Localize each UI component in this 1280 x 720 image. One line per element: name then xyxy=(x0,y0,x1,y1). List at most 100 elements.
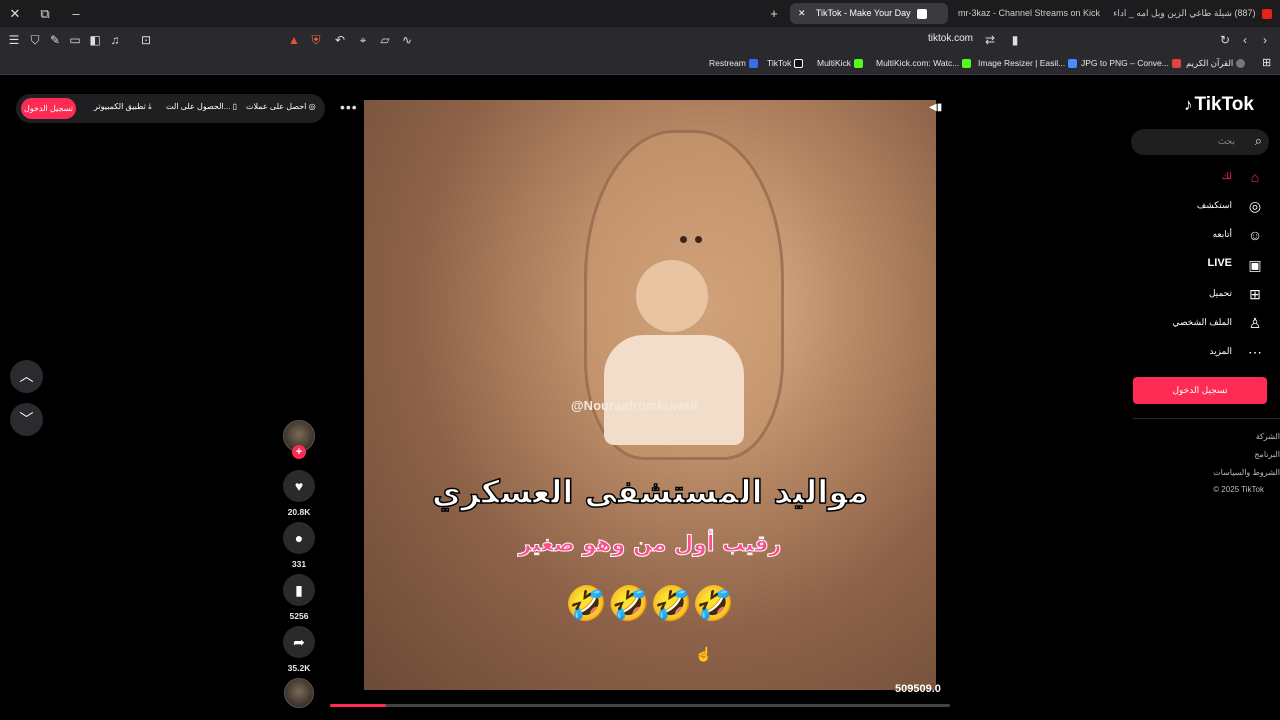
profile-icon: ♙ xyxy=(1248,315,1262,331)
address-bar[interactable]: tiktok.com xyxy=(928,33,973,44)
sidebar-item-for-you[interactable]: لك ⌂ xyxy=(1154,166,1264,188)
previous-video-button[interactable]: ︿ xyxy=(10,360,43,393)
video-progress-bar[interactable] xyxy=(330,704,950,707)
restore-window-icon[interactable]: ⧉ xyxy=(36,5,54,23)
music-icon[interactable]: ♫ xyxy=(107,32,123,48)
browser-toolbar: ☰ ⛉ ✎ ▭ ◧ ♫ ⊡ ▲ ⛨ ↶ ⌖ ▱ ∿ tiktok.com ⇄ ▮… xyxy=(0,27,1280,53)
forward-icon[interactable]: › xyxy=(1257,32,1273,48)
footer-copyright: © 2025 TikTok xyxy=(1213,485,1264,494)
get-app-link[interactable]: الحصول على الت... ▯ xyxy=(166,102,237,111)
video-frame-shape xyxy=(636,260,708,332)
close-tab-icon[interactable]: ✕ xyxy=(798,8,806,18)
bookmark-jpg-to-png[interactable]: JPG to PNG – Conve... xyxy=(1081,58,1181,69)
volume-icon[interactable]: ◀▮ xyxy=(929,102,942,113)
compass-icon: ◎ xyxy=(1248,198,1262,214)
tabs-icon[interactable]: ▭ xyxy=(67,32,83,48)
next-video-button[interactable]: ﹀ xyxy=(10,403,43,436)
desktop-app-label: تطبيق الكمبيوتر xyxy=(94,102,146,111)
minimize-window-icon[interactable]: – xyxy=(67,5,85,23)
top-actions-bar: تسجيل الدخول تطبيق الكمبيوتر ⤓ الحصول عل… xyxy=(16,94,325,123)
new-tab-icon[interactable]: + xyxy=(765,5,783,23)
like-count: 20.8K xyxy=(287,507,311,517)
screenshot-icon[interactable]: ⊡ xyxy=(138,32,154,48)
footer-link-program[interactable]: البرنامج xyxy=(1254,450,1280,459)
comment-button[interactable]: ● xyxy=(283,522,315,554)
sidebar-item-more[interactable]: المزيد ⋯ xyxy=(1154,341,1264,363)
share-count: 35.2K xyxy=(287,663,311,673)
get-coins-label: احصل على عملات xyxy=(246,102,307,111)
reload-icon[interactable]: ↻ xyxy=(1217,32,1233,48)
restream-icon xyxy=(748,59,758,69)
apps-grid-icon[interactable]: ⊞ xyxy=(1262,56,1271,69)
sidebar-item-label: أتابعه xyxy=(1212,229,1232,239)
like-button[interactable]: ♥ xyxy=(283,470,315,502)
bookmark-multikick[interactable]: MultiKick xyxy=(817,58,864,69)
tab-youtube[interactable]: (887) شيلة طاغي الزين ويل امه _ اداء xyxy=(1110,3,1280,24)
desktop-app-link[interactable]: تطبيق الكمبيوتر ⤓ xyxy=(94,102,152,112)
sidebar-icon[interactable]: ◧ xyxy=(87,32,103,48)
sidebar-divider xyxy=(1133,418,1280,419)
footer-link-terms[interactable]: الشروط والسياسات xyxy=(1213,468,1280,477)
video-progress-fill xyxy=(330,704,386,707)
comment-icon: ● xyxy=(294,530,304,546)
video-caption-main: مواليد المستشفى العسكري xyxy=(431,472,869,512)
bookmark-quran[interactable]: القرآن الكريم xyxy=(1186,58,1246,69)
reader-icon[interactable]: ▱ xyxy=(377,32,393,48)
sidebar-item-profile[interactable]: الملف الشخصي ♙ xyxy=(1154,312,1264,334)
live-tv-icon: ▣ xyxy=(1248,257,1262,273)
jpg-png-icon xyxy=(1171,59,1181,69)
shield-icon[interactable]: ⛉ xyxy=(27,32,43,48)
close-window-icon[interactable]: ✕ xyxy=(6,5,24,23)
bookmark-label: JPG to PNG – Conve... xyxy=(1081,58,1169,68)
tab-title: (887) شيلة طاغي الزين ويل امه _ اداء xyxy=(1113,8,1256,18)
sidebar-item-following[interactable]: أتابعه ☺ xyxy=(1154,224,1264,246)
login-button-sidebar[interactable]: تسجيل الدخول xyxy=(1133,377,1267,404)
bookmark-restream[interactable]: Restream xyxy=(709,58,758,69)
mouse-cursor-icon: ☝ xyxy=(695,646,713,662)
bookmark-label: MultiKick xyxy=(817,58,852,68)
tab-title: mr-3kaz - Channel Streams on Kick xyxy=(958,8,1101,18)
bookmark-label: Restream xyxy=(709,58,746,68)
chevron-down-icon: ﹀ xyxy=(19,411,34,427)
kick-icon xyxy=(854,59,864,69)
tab-tiktok[interactable]: ✕ TikTok - Make Your Day xyxy=(790,3,948,24)
tab-title: TikTok - Make Your Day xyxy=(815,8,911,18)
brave-shields-icon[interactable]: ⛨ xyxy=(308,32,324,48)
coin-icon: ◎ xyxy=(308,102,316,111)
browser-tab-bar: ✕ ⧉ – + ✕ TikTok - Make Your Day mr-3kaz… xyxy=(0,0,1280,27)
extension-icon[interactable]: ✎ xyxy=(47,32,63,48)
sound-avatar[interactable] xyxy=(284,678,314,708)
search-input[interactable]: بحث ⌕ xyxy=(1131,129,1269,155)
bookmark-image-resizer[interactable]: Image Resizer | Easil... xyxy=(978,58,1078,69)
sidebar-item-label: استكشف xyxy=(1196,200,1232,210)
footer-link-company[interactable]: الشركة xyxy=(1256,432,1280,441)
save-count: 5256 xyxy=(289,611,309,621)
save-button[interactable]: ▮ xyxy=(283,574,315,606)
sidebar-item-explore[interactable]: استكشف ◎ xyxy=(1154,195,1264,217)
bookmark-icon[interactable]: ▮ xyxy=(1007,32,1023,48)
video-watermark: @Nouraafromkuwait xyxy=(571,398,698,413)
video-player[interactable]: @Nouraafromkuwait مواليد المستشفى العسكر… xyxy=(364,100,936,690)
sidebar-item-live[interactable]: LIVE ▣ xyxy=(1154,254,1264,276)
reply-icon[interactable]: ↶ xyxy=(332,32,348,48)
translate-icon[interactable]: ⌖ xyxy=(355,32,371,48)
bookmark-multikick-watch[interactable]: MultiKick.com: Watc... xyxy=(876,58,972,69)
menu-icon[interactable]: ☰ xyxy=(6,32,22,48)
tiktok-logo[interactable]: ♪ TikTok xyxy=(1184,94,1254,116)
more-options-icon[interactable]: ••• xyxy=(340,99,358,115)
share-link-icon[interactable]: ⇄ xyxy=(982,32,998,48)
bookmarks-bar: Restream TikTok MultiKick MultiKick.com:… xyxy=(0,53,1280,75)
wand-icon[interactable]: ∿ xyxy=(399,32,415,48)
search-icon[interactable]: ⌕ xyxy=(1255,133,1262,149)
get-coins-link[interactable]: احصل على عملات ◎ xyxy=(246,102,316,111)
sidebar-item-label: LIVE xyxy=(1207,257,1232,269)
follow-plus-icon[interactable]: + xyxy=(292,445,306,459)
tab-kick[interactable]: mr-3kaz - Channel Streams on Kick xyxy=(950,3,1105,24)
video-caption-sub: رقيب أول من وهو صغير xyxy=(518,532,782,558)
login-button-top[interactable]: تسجيل الدخول xyxy=(21,98,76,119)
back-icon[interactable]: ‹ xyxy=(1237,32,1253,48)
bookmark-tiktok[interactable]: TikTok xyxy=(767,58,804,69)
share-button[interactable]: ➦ xyxy=(283,626,315,658)
brave-rewards-icon[interactable]: ▲ xyxy=(286,32,302,48)
sidebar-item-upload[interactable]: تحميل ⊞ xyxy=(1154,283,1264,305)
